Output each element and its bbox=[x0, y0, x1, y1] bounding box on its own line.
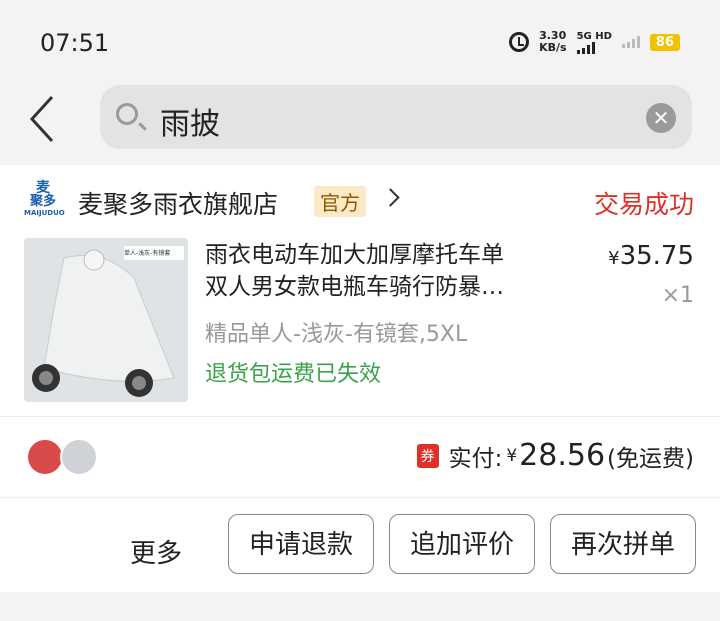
network-speed: 3.30 KB/s bbox=[539, 30, 566, 54]
signal-icon bbox=[576, 41, 612, 54]
shipping-note: (免运费) bbox=[607, 445, 694, 472]
review-button[interactable]: 追加评价 bbox=[389, 514, 535, 574]
product-title-line1: 雨衣电动车加大加厚摩托车单 bbox=[205, 242, 504, 268]
rebuy-button[interactable]: 再次拼单 bbox=[550, 514, 696, 574]
paid-label: 实付: bbox=[448, 445, 503, 472]
signal-2-icon bbox=[621, 36, 640, 48]
speed-unit: KB/s bbox=[539, 41, 567, 54]
battery-icon: 86 bbox=[649, 33, 680, 51]
currency-symbol: ¥ bbox=[506, 445, 518, 466]
more-button[interactable]: 更多 bbox=[130, 533, 182, 570]
chevron-right-icon[interactable] bbox=[381, 188, 400, 207]
paid-amount: 28.56 bbox=[519, 438, 606, 473]
shop-name[interactable]: 麦聚多雨衣旗舰店 bbox=[78, 185, 278, 221]
unit-price: ¥35.75 bbox=[608, 241, 694, 271]
divider bbox=[0, 497, 720, 498]
avatar bbox=[26, 438, 64, 476]
coupon-badge: 券 bbox=[416, 443, 439, 468]
top-bar: 07:51 3.30 KB/s 5G HD 86 雨披 ✕ bbox=[0, 0, 720, 160]
official-badge: 官方 bbox=[314, 186, 366, 217]
payment-summary: 券 实付: ¥ 28.56 (免运费) bbox=[416, 438, 694, 473]
thumbnail-label: 单人-浅灰-有镜套 bbox=[124, 250, 171, 257]
order-status: 交易成功 bbox=[593, 190, 694, 219]
search-input[interactable]: 雨披 bbox=[160, 99, 220, 143]
status-icons: 3.30 KB/s 5G HD 86 bbox=[509, 30, 680, 54]
product-thumbnail[interactable]: 单人-浅灰-有镜套 bbox=[24, 238, 188, 402]
refund-note: 退货包运费已失效 bbox=[205, 362, 382, 387]
avatar bbox=[60, 438, 98, 476]
product-title-line2: 双人男女款电瓶车骑行防暴… bbox=[205, 274, 504, 300]
price-value: 35.75 bbox=[619, 241, 694, 271]
product-title[interactable]: 雨衣电动车加大加厚摩托车单 双人男女款电瓶车骑行防暴… bbox=[205, 239, 575, 303]
network-type: 5G HD bbox=[576, 30, 612, 54]
status-time: 07:51 bbox=[40, 29, 110, 57]
product-spec: 精品单人-浅灰-有镜套,5XL bbox=[205, 322, 468, 347]
order-card: 麦 聚多 MAIJUDUO 麦聚多雨衣旗舰店 官方 交易成功 单人-浅灰-有镜套… bbox=[0, 165, 720, 592]
shop-logo[interactable]: 麦 聚多 MAIJUDUO bbox=[24, 181, 65, 221]
alarm-icon bbox=[509, 32, 530, 52]
network-label: 5G HD bbox=[576, 30, 612, 42]
quantity: ×1 bbox=[661, 283, 694, 308]
refund-button[interactable]: 申请退款 bbox=[228, 514, 374, 574]
back-icon[interactable] bbox=[28, 95, 72, 143]
clear-icon[interactable]: ✕ bbox=[646, 103, 676, 133]
price-symbol: ¥ bbox=[608, 248, 620, 269]
search-bar[interactable]: 雨披 ✕ bbox=[100, 85, 692, 149]
divider bbox=[0, 416, 720, 417]
search-icon bbox=[116, 103, 138, 125]
